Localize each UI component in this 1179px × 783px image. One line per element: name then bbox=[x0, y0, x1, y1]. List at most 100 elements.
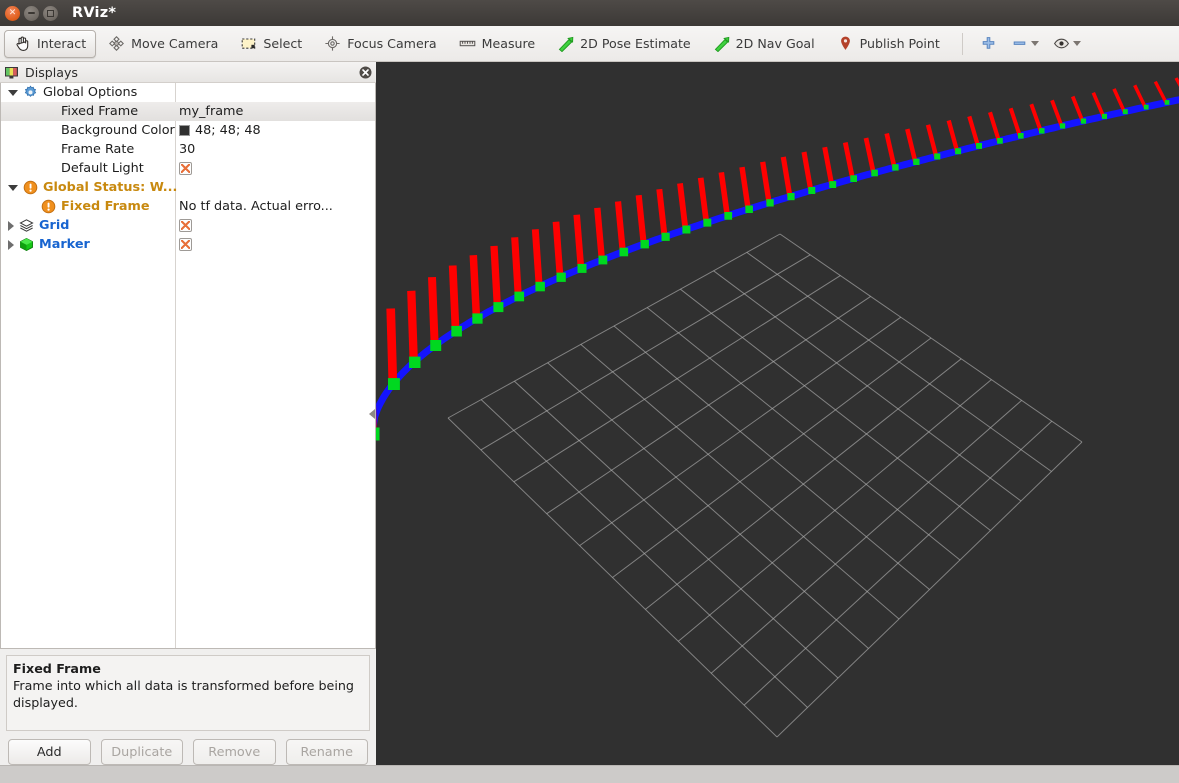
warning-icon bbox=[23, 180, 38, 195]
ruler-icon bbox=[459, 40, 475, 47]
add-button[interactable]: Add bbox=[8, 739, 91, 765]
enable-checkbox[interactable] bbox=[179, 162, 192, 176]
ground-grid bbox=[447, 233, 1083, 738]
tool-2d-pose-estimate[interactable]: 2D Pose Estimate bbox=[547, 30, 701, 58]
remove-tool-button[interactable] bbox=[1004, 31, 1046, 57]
tree-row-label-cell: Grid bbox=[3, 218, 69, 233]
window-title: RViz* bbox=[72, 5, 117, 21]
tree-row-label: Default Light bbox=[61, 161, 144, 177]
tree-row-value-cell[interactable]: 30 bbox=[179, 142, 195, 157]
tree-row-marker[interactable]: Marker bbox=[1, 235, 375, 254]
window-controls: ✕ bbox=[0, 5, 58, 21]
minimize-window-button[interactable] bbox=[24, 5, 39, 21]
tool-2d-nav-goal[interactable]: 2D Nav Goal bbox=[703, 30, 825, 58]
tree-row-label: Frame Rate bbox=[61, 142, 135, 158]
tool-measure[interactable]: Measure bbox=[449, 30, 546, 58]
displays-panel-header: Displays bbox=[0, 62, 376, 84]
window-titlebar: ✕ RViz* bbox=[0, 0, 1179, 26]
status-bar-text bbox=[0, 766, 1179, 770]
tree-row-label: Background Color bbox=[61, 123, 175, 139]
displays-tree[interactable]: Global Options Fixed Frame my_frame Backgro… bbox=[0, 83, 376, 650]
tree-row-value-cell[interactable] bbox=[179, 162, 192, 176]
visibility-button[interactable] bbox=[1046, 31, 1088, 57]
warning-icon bbox=[41, 199, 56, 214]
tree-row-label: Global Status: W... bbox=[43, 180, 178, 196]
remove-button[interactable]: Remove bbox=[193, 739, 276, 765]
maximize-window-button[interactable] bbox=[43, 5, 58, 21]
status-bar bbox=[0, 765, 1179, 783]
green-arrow-icon bbox=[558, 36, 574, 52]
3d-render-viewport[interactable] bbox=[376, 62, 1179, 765]
displays-panel-title: Displays bbox=[25, 64, 78, 80]
tool-label: Focus Camera bbox=[347, 36, 437, 51]
tree-row-value-cell[interactable] bbox=[179, 219, 192, 233]
tree-row-status-fixed-frame[interactable]: Fixed Frame No tf data. Actual erro... bbox=[1, 197, 375, 216]
tree-row-value-cell[interactable]: No tf data. Actual erro... bbox=[179, 199, 333, 214]
tree-row-value-cell[interactable]: 48; 48; 48 bbox=[179, 123, 261, 138]
displays-monitor-icon bbox=[5, 66, 18, 79]
tool-label: Select bbox=[263, 36, 303, 51]
tree-row-label-cell: Fixed Frame bbox=[21, 199, 150, 214]
scene-svg bbox=[376, 77, 1179, 738]
expander-closed-icon[interactable] bbox=[8, 220, 14, 231]
collapse-left-icon[interactable] bbox=[369, 408, 375, 419]
chevron-down-icon[interactable] bbox=[1030, 41, 1039, 46]
tree-row-frame-rate[interactable]: Frame Rate 30 bbox=[1, 140, 375, 159]
tree-row-label: Grid bbox=[39, 218, 70, 234]
expander-closed-icon[interactable] bbox=[8, 239, 14, 250]
add-tool-button[interactable] bbox=[973, 31, 1004, 57]
tool-select[interactable]: Select bbox=[230, 30, 312, 58]
tool-label: Publish Point bbox=[859, 36, 940, 51]
tool-label: Measure bbox=[481, 36, 536, 51]
displays-dock: Displays Global Options Fixed Frame my_fra… bbox=[0, 62, 376, 765]
expander-open-icon[interactable] bbox=[8, 89, 18, 96]
panel-splitter[interactable] bbox=[368, 62, 376, 765]
tree-row-value: No tf data. Actual erro... bbox=[179, 199, 333, 215]
marker-arrow-array bbox=[376, 77, 1179, 441]
gear-icon bbox=[24, 85, 37, 98]
tree-row-label: Fixed Frame bbox=[61, 104, 139, 120]
tree-row-value: 30 bbox=[179, 142, 196, 158]
tree-row-label: Marker bbox=[39, 237, 90, 253]
select-marquee-icon bbox=[241, 38, 256, 49]
rename-button[interactable]: Rename bbox=[285, 739, 368, 765]
tool-label: Move Camera bbox=[131, 36, 219, 51]
tree-row-default-light[interactable]: Default Light bbox=[1, 159, 375, 178]
toolbar-separator bbox=[961, 32, 963, 55]
tree-row-value-cell[interactable] bbox=[179, 238, 192, 252]
help-body: Frame into which all data is transformed… bbox=[13, 678, 354, 711]
tool-interact[interactable]: Interact bbox=[4, 29, 97, 58]
tree-row-value: 48; 48; 48 bbox=[195, 123, 261, 139]
plus-icon bbox=[982, 37, 995, 49]
tree-row-fixed-frame[interactable]: Fixed Frame my_frame bbox=[1, 102, 375, 122]
tool-publish-point[interactable]: Publish Point bbox=[827, 30, 950, 58]
tool-label: 2D Nav Goal bbox=[735, 36, 815, 51]
tree-row-grid[interactable]: Grid bbox=[1, 216, 375, 235]
displays-button-row: Add Duplicate Remove Rename bbox=[0, 731, 376, 765]
expander-open-icon[interactable] bbox=[8, 184, 18, 191]
tree-row-value-cell[interactable]: my_frame bbox=[179, 104, 243, 119]
minus-icon bbox=[1013, 41, 1026, 45]
tree-row-global-status[interactable]: Global Status: W... bbox=[1, 178, 375, 197]
tool-move-camera[interactable]: Move Camera bbox=[98, 30, 228, 58]
tree-row-label-cell: Global Status: W... bbox=[3, 180, 177, 195]
duplicate-button[interactable]: Duplicate bbox=[100, 739, 183, 765]
tree-row-label-cell: Global Options bbox=[3, 85, 137, 100]
property-help-box: Fixed Frame Frame into which all data is… bbox=[6, 655, 370, 731]
color-swatch[interactable] bbox=[179, 125, 190, 137]
tree-row-label: Global Options bbox=[43, 85, 138, 101]
enable-checkbox[interactable] bbox=[179, 238, 192, 252]
tool-focus-camera[interactable]: Focus Camera bbox=[314, 30, 446, 58]
main-toolbar: Interact Move Camera Select Focus Camera bbox=[0, 26, 1179, 62]
hand-cursor-icon bbox=[16, 36, 29, 51]
enable-checkbox[interactable] bbox=[179, 219, 192, 233]
chevron-down-icon[interactable] bbox=[1072, 41, 1081, 46]
tree-row-value: my_frame bbox=[179, 104, 244, 120]
tree-row-background-color[interactable]: Background Color 48; 48; 48 bbox=[1, 121, 375, 140]
tree-row-label-cell: Fixed Frame bbox=[21, 104, 138, 119]
close-window-button[interactable]: ✕ bbox=[5, 5, 20, 21]
tree-row-global-options[interactable]: Global Options bbox=[1, 83, 375, 102]
